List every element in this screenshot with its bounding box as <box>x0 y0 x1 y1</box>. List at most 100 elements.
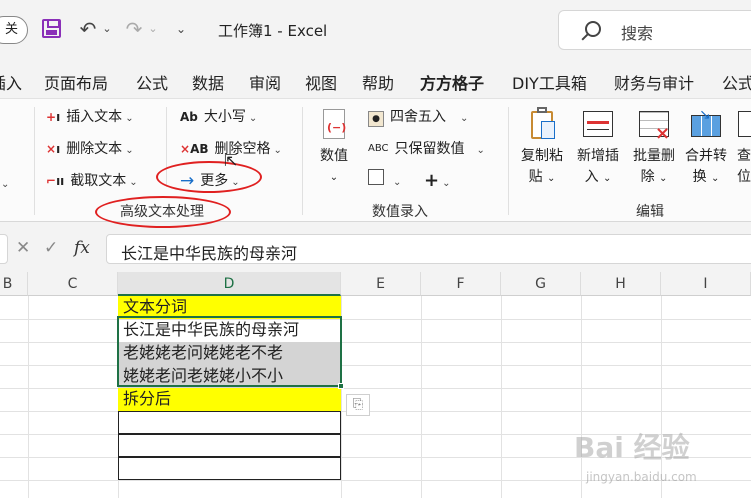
insert-label-2: 入 ⌄ <box>584 169 612 185</box>
gridline <box>28 296 29 498</box>
cell-d-row-7[interactable] <box>118 434 341 457</box>
title-bar: 关 ↶ ⌄ ↷ ⌄ ⌄ 工作簿1 - Excel 搜索 <box>0 0 751 58</box>
column-header-h[interactable]: H <box>581 272 661 296</box>
close-button[interactable]: 关 <box>0 16 28 44</box>
undo-icon[interactable]: ↶ <box>76 16 100 42</box>
gridline <box>0 388 751 389</box>
watermark: Bai 经验 <box>574 431 690 464</box>
ribbon-tabs: 插入 页面布局 公式 数据 审阅 视图 帮助 方方格子 DIY工具箱 财务与审计… <box>0 58 751 102</box>
case-icon: Ab <box>180 110 198 124</box>
enter-icon[interactable]: ✓ <box>44 238 58 258</box>
tab-formulas[interactable]: 公式 <box>136 70 168 94</box>
column-header-c[interactable]: C <box>28 272 118 296</box>
tab-fangfanggezi[interactable]: 方方格子 <box>420 70 485 102</box>
gridline <box>501 296 502 498</box>
value-label: 数值 <box>320 148 348 164</box>
edit-values-button[interactable]: ⌄ <box>368 169 401 193</box>
column-header-f[interactable]: F <box>421 272 501 296</box>
find-label-2: 位 <box>737 169 751 185</box>
merge-convert-button[interactable]: ↘ 合并转 换 ⌄ <box>682 107 730 189</box>
formula-bar: ✕ ✓ fx 长江是中华民族的母亲河 <box>0 228 751 268</box>
round-label: 四舍五入 <box>390 109 446 125</box>
clipboard-icon <box>525 107 559 143</box>
gridline <box>581 296 582 498</box>
save-icon[interactable] <box>40 16 64 42</box>
copy-paste-label-1: 复制粘 <box>521 148 563 164</box>
group-divider <box>508 107 509 215</box>
copy-paste-button[interactable]: 复制粘 贴 ⌄ <box>518 107 566 189</box>
gridline <box>0 411 751 412</box>
tab-finance-audit[interactable]: 财务与审计 <box>614 70 694 94</box>
batch-delete-label-2: 除 ⌄ <box>640 169 668 185</box>
cancel-icon[interactable]: ✕ <box>16 238 30 258</box>
find-label-1: 查 <box>737 148 751 164</box>
find-locate-button[interactable]: 查 位 <box>734 107 751 188</box>
mouse-cursor-icon: ⇱ <box>224 151 238 170</box>
cell-d-split-header[interactable]: 拆分后 <box>118 388 341 411</box>
column-header-e[interactable]: E <box>341 272 421 296</box>
extract-text-button[interactable]: ⌐ıı 截取文本 ⌄ <box>46 169 138 193</box>
column-header-i[interactable]: I <box>661 272 751 296</box>
round-icon: ● <box>368 105 384 129</box>
left-group-chevron[interactable]: ⌄ <box>0 171 9 195</box>
plus-button[interactable]: + ⌄ <box>424 169 450 193</box>
plus-icon: + <box>424 170 440 191</box>
gridline <box>0 319 751 320</box>
insert-text-button[interactable]: +ı 插入文本 ⌄ <box>46 105 134 129</box>
tab-view[interactable]: 视图 <box>305 70 337 94</box>
case-button[interactable]: Ab 大小写 ⌄ <box>180 105 257 129</box>
cell-d-row-6[interactable] <box>118 411 341 434</box>
formula-bar-buttons: ✕ ✓ fx <box>14 235 102 263</box>
formula-content: 长江是中华民族的母亲河 <box>121 244 298 263</box>
watermark-url: jingyan.baidu.com <box>586 470 697 484</box>
value-icon: (−) <box>317 107 351 143</box>
merge-cells-icon: ↘ <box>689 107 723 143</box>
tab-review[interactable]: 审阅 <box>249 70 281 94</box>
merge-convert-label-1: 合并转 <box>685 148 727 164</box>
insert-label-1: 新增插 <box>577 148 619 164</box>
tab-data[interactable]: 数据 <box>192 70 224 94</box>
batch-delete-button[interactable]: × 批量删 除 ⌄ <box>630 107 678 189</box>
delete-text-icon: ×ı <box>46 142 61 156</box>
column-header-d[interactable]: D <box>118 272 341 296</box>
insert-function-icon[interactable]: fx <box>74 238 90 258</box>
keep-value-label: 只保留数值 <box>394 141 465 157</box>
tab-formulas-2[interactable]: 公式 <box>722 70 751 94</box>
insert-button[interactable]: 新增插 入 ⌄ <box>574 107 622 189</box>
keep-value-button[interactable]: ABC 只保留数值 ⌄ <box>368 137 485 161</box>
find-icon <box>734 107 751 143</box>
column-header-g[interactable]: G <box>501 272 581 296</box>
document-title: 工作簿1 - Excel <box>218 22 328 40</box>
selection-outline <box>117 316 342 387</box>
fill-handle[interactable] <box>338 383 344 389</box>
tab-help[interactable]: 帮助 <box>362 70 394 94</box>
tab-diy-toolbox[interactable]: DIY工具箱 <box>512 70 587 94</box>
edit-group-label: 编辑 <box>636 204 664 220</box>
insert-text-label: 插入文本 <box>66 109 123 125</box>
customize-quick-access-icon[interactable]: ⌄ <box>172 16 190 42</box>
insert-rows-icon <box>581 107 615 143</box>
value-chevron-icon: ⌄ <box>329 172 339 183</box>
undo-dropdown-icon[interactable]: ⌄ <box>100 16 114 42</box>
value-button[interactable]: (−) 数值 ⌄ <box>310 107 358 188</box>
merge-convert-label-2: 换 ⌄ <box>692 169 720 185</box>
extract-text-label: 截取文本 <box>70 173 127 189</box>
name-box[interactable] <box>0 234 8 264</box>
formula-input[interactable]: 长江是中华民族的母亲河 <box>106 234 751 264</box>
cell-d-row-8[interactable] <box>118 457 341 480</box>
gridline <box>0 365 751 366</box>
gridline <box>0 342 751 343</box>
round-button[interactable]: ● 四舍五入 ⌄ <box>368 105 468 129</box>
delete-text-label: 删除文本 <box>66 141 123 157</box>
insert-text-icon: +ı <box>46 110 61 124</box>
tab-insert[interactable]: 插入 <box>0 70 22 94</box>
paste-options-icon[interactable]: ⎘ <box>346 394 370 416</box>
column-header-b[interactable]: B <box>0 272 28 296</box>
case-label: 大小写 <box>203 109 246 125</box>
group-divider <box>34 107 35 215</box>
worksheet-grid[interactable]: B C D E F G H I 文本分词 长江是中华民族的母亲河 老姥姥老问姥姥… <box>0 272 751 498</box>
search-input[interactable]: 搜索 <box>558 10 751 50</box>
tab-page-layout[interactable]: 页面布局 <box>44 70 108 94</box>
delete-text-button[interactable]: ×ı 删除文本 ⌄ <box>46 137 134 161</box>
extract-text-icon: ⌐ıı <box>46 174 65 188</box>
